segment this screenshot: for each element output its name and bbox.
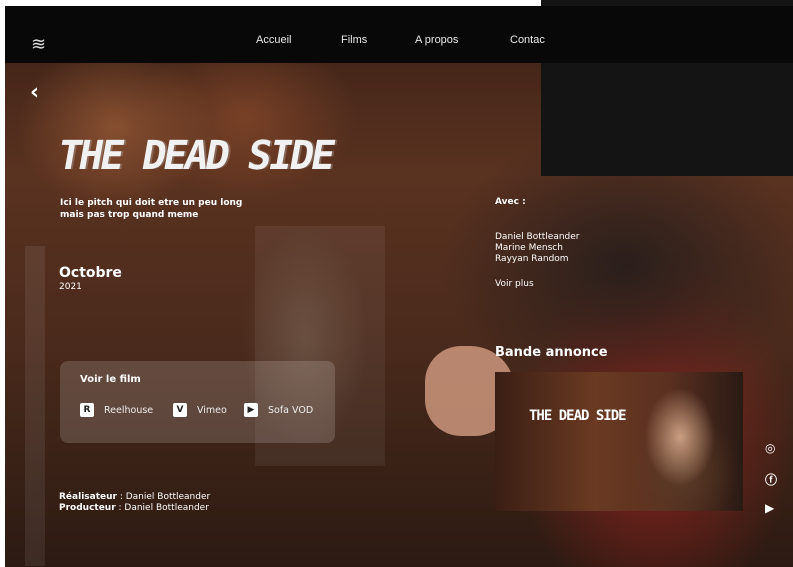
cast-name: Rayyan Random xyxy=(495,254,569,264)
producer-label: Producteur xyxy=(59,503,116,513)
nav-a-propos[interactable]: A propos xyxy=(415,34,458,46)
youtube-icon[interactable]: ▶ xyxy=(765,501,774,515)
platform-sofa-vod[interactable]: ▶ Sofa VOD xyxy=(244,403,313,417)
credits: Réalisateur : Daniel Bottleander Product… xyxy=(59,492,210,514)
platform-label: Sofa VOD xyxy=(268,404,314,416)
trailer-title: THE DEAD SIDE xyxy=(529,408,627,424)
instagram-icon[interactable]: ◎ xyxy=(765,441,775,455)
platform-reelhouse[interactable]: R Reelhouse xyxy=(80,403,153,417)
release-month: Octobre xyxy=(59,265,122,281)
film-title: THE DEAD SIDE xyxy=(53,133,337,179)
director-name: : Daniel Bottleander xyxy=(116,492,211,502)
film-pitch: Ici le pitch qui doit etre un peu long m… xyxy=(60,198,243,220)
trailer-heading: Bande annonce xyxy=(495,345,608,360)
back-chevron-icon[interactable]: ‹ xyxy=(30,80,39,105)
watch-title: Voir le film xyxy=(80,374,141,385)
trailer-video[interactable]: THE DEAD SIDE xyxy=(495,372,743,511)
cast-label: Avec : xyxy=(495,197,526,207)
platform-label: Vimeo xyxy=(197,404,227,416)
sofa-vod-icon: ▶ xyxy=(244,403,258,417)
release-year: 2021 xyxy=(59,282,82,292)
platform-vimeo[interactable]: V Vimeo xyxy=(173,403,227,417)
producer-name: : Daniel Bottleander xyxy=(115,503,209,513)
cast-name: Daniel Bottleander xyxy=(495,232,580,242)
nav-accueil[interactable]: Accueil xyxy=(256,34,291,46)
navbar: ≋ Accueil Films A propos Contac xyxy=(5,6,793,63)
see-more-link[interactable]: Voir plus xyxy=(495,279,534,289)
cast-name: Marine Mensch xyxy=(495,243,563,253)
bird-logo-icon[interactable]: ≋ xyxy=(31,34,46,55)
platform-label: Reelhouse xyxy=(104,404,154,416)
nav-films[interactable]: Films xyxy=(341,34,367,46)
vimeo-icon: V xyxy=(173,403,187,417)
reelhouse-icon: R xyxy=(80,403,94,417)
nav-contact[interactable]: Contac xyxy=(510,34,545,46)
facebook-icon[interactable]: ⓕ xyxy=(765,471,777,488)
watch-panel: Voir le film R Reelhouse V Vimeo ▶ Sofa … xyxy=(60,361,335,443)
director-label: Réalisateur xyxy=(59,492,117,502)
